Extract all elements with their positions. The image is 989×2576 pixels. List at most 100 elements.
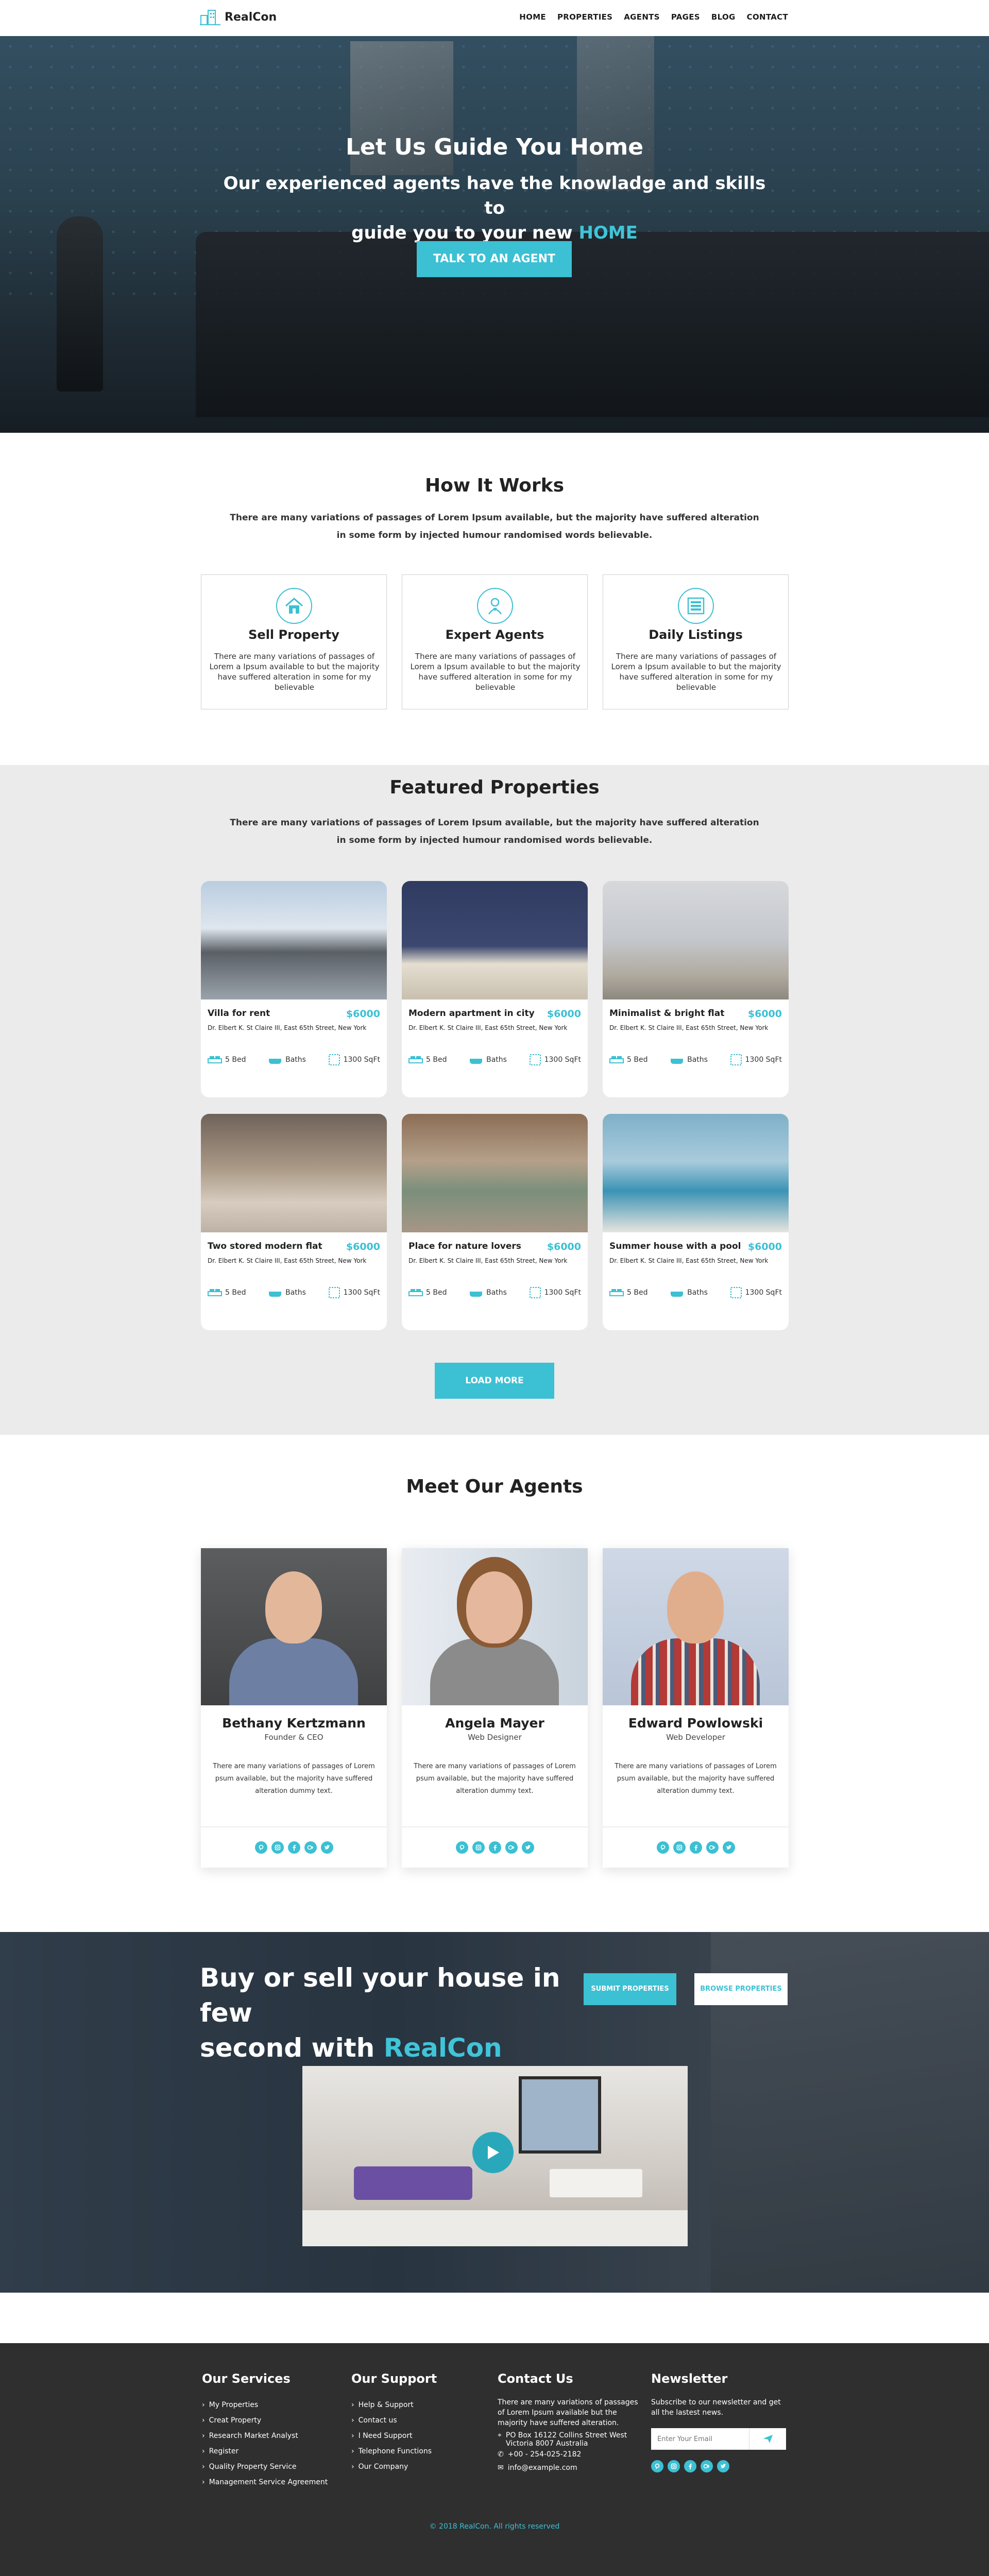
property-image xyxy=(402,881,588,999)
property-beds-label: 5 Bed xyxy=(627,1289,648,1297)
browse-properties-button[interactable]: BROWSE PROPERTIES xyxy=(694,1973,788,2005)
property-card[interactable]: Minimalist & bright flat $6000 Dr. Elber… xyxy=(603,881,789,1097)
twitter-icon[interactable] xyxy=(722,1841,735,1854)
footer-email[interactable]: ✉ info@example.com xyxy=(498,2461,647,2475)
talk-to-agent-button[interactable]: TALK TO AN AGENT xyxy=(417,241,572,277)
google-plus-icon[interactable] xyxy=(304,1841,317,1854)
hero-subtitle-highlight: HOME xyxy=(578,223,638,243)
footer-link[interactable]: › Management Service Agreement xyxy=(202,2475,328,2490)
play-icon[interactable] xyxy=(472,2132,514,2173)
property-name: Place for nature lovers xyxy=(408,1241,521,1251)
area-icon xyxy=(730,1287,742,1298)
chevron-right-icon: › xyxy=(202,2463,205,2471)
pinterest-icon[interactable] xyxy=(254,1841,267,1854)
footer-link[interactable]: › I Need Support xyxy=(351,2428,437,2444)
agent-icon xyxy=(477,588,513,624)
google-plus-icon[interactable] xyxy=(505,1841,518,1854)
footer-link[interactable]: › Creat Property xyxy=(202,2413,328,2428)
agent-card[interactable]: Angela Mayer Web Designer There are many… xyxy=(402,1548,588,1868)
agent-bio: There are many variations of passages of… xyxy=(615,1762,777,1795)
map-pin-icon: ⌖ xyxy=(498,2431,502,2439)
twitter-icon[interactable] xyxy=(521,1841,534,1854)
agent-card[interactable]: Edward Powlowski Web Developer There are… xyxy=(603,1548,789,1868)
instagram-icon[interactable] xyxy=(668,2460,680,2472)
property-card[interactable]: Place for nature lovers $6000 Dr. Elbert… xyxy=(402,1114,588,1330)
hero-banner: Let Us Guide You Home Our experienced ag… xyxy=(0,36,989,433)
facebook-icon[interactable] xyxy=(287,1841,300,1854)
footer-link[interactable]: › My Properties xyxy=(202,2397,328,2413)
nav-contact[interactable]: CONTACT xyxy=(747,12,788,22)
pinterest-icon[interactable] xyxy=(651,2460,663,2472)
footer-email-text: info@example.com xyxy=(507,2464,577,2472)
newsletter-email-input[interactable] xyxy=(651,2428,749,2450)
area-icon xyxy=(328,1287,340,1298)
google-plus-icon[interactable] xyxy=(701,2460,713,2472)
brand-logo[interactable]: RealCon xyxy=(200,8,277,26)
footer-link[interactable]: › Register xyxy=(202,2444,328,2459)
pinterest-icon[interactable] xyxy=(656,1841,669,1854)
nav-home[interactable]: HOME xyxy=(519,12,546,22)
load-more-button[interactable]: LOAD MORE xyxy=(435,1363,554,1399)
pinterest-icon[interactable] xyxy=(455,1841,468,1854)
footer-link[interactable]: › Quality Property Service xyxy=(202,2459,328,2475)
property-image xyxy=(603,1114,789,1232)
footer-link-label: Telephone Functions xyxy=(358,2447,432,2455)
footer-link[interactable]: › Help & Support xyxy=(351,2397,437,2413)
property-price: $6000 xyxy=(547,1241,581,1252)
footer-services-title: Our Services xyxy=(202,2371,291,2386)
property-card[interactable]: Two stored modern flat $6000 Dr. Elbert … xyxy=(201,1114,387,1330)
instagram-icon[interactable] xyxy=(673,1841,686,1854)
submit-properties-button[interactable]: SUBMIT PROPERTIES xyxy=(584,1973,676,2005)
agent-face xyxy=(466,1571,523,1643)
how-card-daily-listings[interactable]: Daily Listings There are many variations… xyxy=(603,574,789,709)
envelope-icon: ✉ xyxy=(498,2464,504,2472)
nav-agents[interactable]: AGENTS xyxy=(624,12,660,22)
facebook-icon[interactable] xyxy=(689,1841,702,1854)
property-card[interactable]: Summer house with a pool $6000 Dr. Elber… xyxy=(603,1114,789,1330)
facebook-icon[interactable] xyxy=(488,1841,501,1854)
top-navbar: RealCon HOME PROPERTIES AGENTS PAGES BLO… xyxy=(0,0,989,36)
footer-link[interactable]: › Contact us xyxy=(351,2413,437,2428)
agent-social-links xyxy=(201,1826,387,1868)
chevron-right-icon: › xyxy=(202,2432,205,2440)
property-address: Dr. Elbert K. St Claire III, East 65th S… xyxy=(408,1024,568,1031)
property-card[interactable]: Modern apartment in city $6000 Dr. Elber… xyxy=(402,881,588,1097)
footer-link[interactable]: › Research Market Analyst xyxy=(202,2428,328,2444)
property-baths: Baths xyxy=(469,1286,507,1299)
footer-link[interactable]: › Telephone Functions xyxy=(351,2444,437,2459)
property-features: 5 Bed Baths 1300 SqFt xyxy=(408,1286,581,1299)
footer-link-label: Management Service Agreement xyxy=(209,2478,328,2486)
chevron-right-icon: › xyxy=(202,2478,205,2486)
twitter-icon[interactable] xyxy=(320,1841,333,1854)
nav-pages[interactable]: PAGES xyxy=(671,12,700,22)
google-plus-icon[interactable] xyxy=(706,1841,719,1854)
newsletter-submit-button[interactable] xyxy=(749,2428,786,2450)
instagram-icon[interactable] xyxy=(271,1841,284,1854)
how-card-sell-property[interactable]: Sell Property There are many variations … xyxy=(201,574,387,709)
property-card[interactable]: Villa for rent $6000 Dr. Elbert K. St Cl… xyxy=(201,881,387,1097)
promo-video[interactable] xyxy=(302,2066,688,2246)
nav-properties[interactable]: PROPERTIES xyxy=(557,12,612,22)
facebook-icon[interactable] xyxy=(684,2460,696,2472)
nav-blog[interactable]: BLOG xyxy=(711,12,736,22)
how-card-expert-agents[interactable]: Expert Agents There are many variations … xyxy=(402,574,588,709)
footer-link[interactable]: › Our Company xyxy=(351,2459,437,2475)
property-beds-label: 5 Bed xyxy=(426,1289,447,1297)
property-image xyxy=(201,1114,387,1232)
agent-face xyxy=(667,1571,724,1643)
twitter-icon[interactable] xyxy=(717,2460,729,2472)
agent-bio: There are many variations of passages of… xyxy=(414,1762,576,1795)
area-icon xyxy=(529,1287,541,1298)
property-name: Modern apartment in city xyxy=(408,1008,535,1019)
agent-card[interactable]: Bethany Kertzmann Founder & CEO There ar… xyxy=(201,1548,387,1868)
how-card-text: There are many variations of passages of… xyxy=(209,652,380,692)
property-baths: Baths xyxy=(268,1286,306,1299)
property-image xyxy=(201,881,387,999)
area-icon xyxy=(529,1054,541,1065)
footer-contact: Contact Us There are many variations of … xyxy=(498,2371,647,2475)
property-area: 1300 SqFt xyxy=(328,1054,380,1066)
footer-phone[interactable]: ✆ +00 - 254-025-2182 xyxy=(498,2448,647,2461)
instagram-icon[interactable] xyxy=(472,1841,485,1854)
chevron-right-icon: › xyxy=(202,2416,205,2425)
agent-bio: There are many variations of passages of… xyxy=(213,1762,375,1795)
